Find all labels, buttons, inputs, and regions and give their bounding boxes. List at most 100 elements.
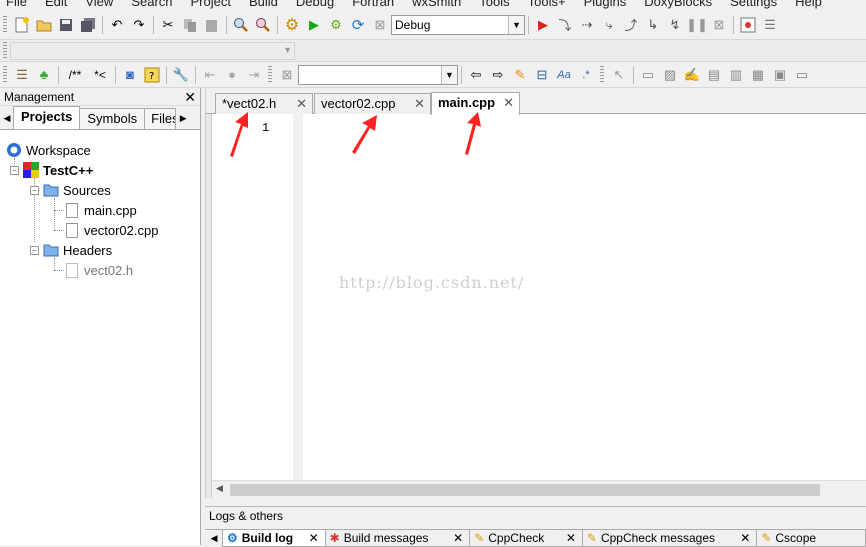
html-docs-icon[interactable]: ◙ (120, 65, 140, 85)
help-docs-icon[interactable]: ? (142, 65, 162, 85)
menu-fortran[interactable]: Fortran (352, 0, 394, 10)
paste-icon[interactable] (202, 15, 222, 35)
close-icon[interactable]: ✕ (453, 531, 463, 545)
clear-search-icon[interactable]: ⊠ (277, 65, 297, 85)
rebuild-icon[interactable]: ⟳ (348, 15, 368, 35)
edit-icon[interactable]: ✍ (682, 65, 702, 85)
tree-project[interactable]: − TestC++ (10, 160, 93, 180)
step-out-icon[interactable]: ⤴ (621, 15, 641, 35)
close-icon[interactable]: ✕ (503, 93, 514, 113)
frame-icon[interactable]: ▭ (638, 65, 658, 85)
run-to-cursor-icon[interactable]: ⤵ (555, 15, 575, 35)
step-into-icon[interactable]: ⤷ (599, 15, 619, 35)
tab-scroll-right-icon[interactable]: ▶ (176, 107, 190, 129)
extract-docs-icon[interactable]: ♣ (34, 65, 54, 85)
toolbar-grip[interactable] (3, 15, 7, 34)
redo-icon[interactable]: ↷ (129, 15, 149, 35)
toolbar-grip[interactable] (3, 41, 7, 60)
menu-view[interactable]: View (85, 0, 113, 10)
tree-sources[interactable]: − Sources (30, 180, 111, 200)
tab-scroll-left-icon[interactable]: ◀ (0, 107, 14, 129)
debug-start-icon[interactable]: ▶ (533, 15, 553, 35)
layout-a-icon[interactable]: ▤ (704, 65, 724, 85)
tab-build-messages[interactable]: ✱ Build messages ✕ (324, 530, 471, 547)
cut-icon[interactable]: ✂ (158, 15, 178, 35)
tab-symbols[interactable]: Symbols (79, 108, 146, 129)
debug-windows-icon[interactable] (738, 15, 758, 35)
menu-tools[interactable]: Tools (479, 0, 509, 10)
toolbar-grip[interactable] (268, 65, 272, 84)
save-all-icon[interactable] (78, 15, 98, 35)
replace-icon[interactable] (253, 15, 273, 35)
layout-c-icon[interactable]: ▦ (748, 65, 768, 85)
selected-text-icon[interactable]: ⊟ (532, 65, 552, 85)
close-icon[interactable]: ✕ (309, 531, 319, 545)
horizontal-scrollbar[interactable]: ◀ (212, 480, 866, 498)
menu-search[interactable]: Search (131, 0, 172, 10)
tree-file-main-cpp[interactable]: main.cpp (64, 200, 137, 220)
pause-icon[interactable]: ❚❚ (686, 15, 708, 35)
highlight-icon[interactable]: ✎ (510, 65, 530, 85)
layout-d-icon[interactable]: ▣ (770, 65, 790, 85)
menu-build[interactable]: Build (249, 0, 278, 10)
scope-select[interactable]: ▼ (10, 42, 295, 60)
stop-debug-icon[interactable]: ⊠ (709, 15, 729, 35)
step-instruction-icon[interactable]: ↯ (665, 15, 685, 35)
various-info-icon[interactable]: ☰ (760, 15, 780, 35)
tree-file-vector02-cpp[interactable]: vector02.cpp (64, 220, 158, 240)
scrollbar-thumb[interactable] (230, 484, 820, 496)
find-previous-icon[interactable]: ⇦ (466, 65, 486, 85)
menu-debug[interactable]: Debug (296, 0, 334, 10)
menu-wxsmith[interactable]: wxSmith (412, 0, 461, 10)
prev-bookmark-icon[interactable]: ⇤ (200, 65, 220, 85)
close-icon[interactable]: ✕ (184, 88, 196, 106)
tree-workspace[interactable]: Workspace (6, 140, 91, 160)
find-next-icon[interactable]: ⇨ (488, 65, 508, 85)
close-icon[interactable]: ✕ (740, 531, 750, 545)
doxywizard-icon[interactable]: ☰ (12, 65, 32, 85)
tab-scroll-left-icon[interactable]: ◀ (205, 530, 223, 546)
tab-cppcheck[interactable]: ✎ CppCheck ✕ (469, 530, 583, 547)
tab-cscope[interactable]: ✎ Cscope (756, 530, 866, 547)
tab-cppcheck-messages[interactable]: ✎ CppCheck messages ✕ (581, 530, 758, 547)
tab-files[interactable]: Files (144, 108, 177, 129)
build-target-select[interactable]: Debug ▼ (391, 14, 525, 35)
close-icon[interactable]: ✕ (414, 94, 425, 114)
block-comment-button[interactable]: /** (63, 65, 87, 85)
layout-b-icon[interactable]: ▥ (726, 65, 746, 85)
tab-projects[interactable]: Projects (13, 106, 81, 129)
wrench-icon[interactable]: 🔧 (171, 65, 191, 85)
line-comment-button[interactable]: *< (89, 65, 111, 85)
copy-icon[interactable] (180, 15, 200, 35)
toolbar-grip[interactable] (600, 65, 604, 84)
image-icon[interactable]: ▨ (660, 65, 680, 85)
menu-settings[interactable]: Settings (730, 0, 777, 10)
pointer-icon[interactable]: ↖ (609, 65, 629, 85)
collapse-icon[interactable]: − (30, 245, 39, 255)
regex-icon[interactable]: .* (576, 65, 596, 85)
collapse-icon[interactable]: − (10, 165, 19, 175)
next-bookmark-icon[interactable]: ⇥ (244, 65, 264, 85)
tab-vector02-cpp[interactable]: vector02.cpp ✕ (314, 93, 431, 114)
menu-plugins[interactable]: Plugins (584, 0, 627, 10)
menu-file[interactable]: File (6, 0, 27, 10)
save-icon[interactable] (56, 15, 76, 35)
collapse-icon[interactable]: − (30, 185, 39, 195)
undo-icon[interactable]: ↶ (107, 15, 127, 35)
search-combo[interactable]: ▼ (298, 64, 458, 85)
next-line-icon[interactable]: ⇢ (577, 15, 597, 35)
menu-help[interactable]: Help (795, 0, 822, 10)
tab-build-log[interactable]: ⚙ Build log ✕ (221, 530, 326, 547)
next-instruction-icon[interactable]: ↳ (643, 15, 663, 35)
menu-project[interactable]: Project (191, 0, 231, 10)
run-icon[interactable]: ▶ (304, 15, 324, 35)
match-case-icon[interactable]: Aa (554, 65, 574, 85)
tree-file-vect02-h[interactable]: vect02.h (64, 260, 133, 280)
menu-edit[interactable]: Edit (45, 0, 67, 10)
tree-headers[interactable]: − Headers (30, 240, 112, 260)
toolbar-grip[interactable] (3, 65, 7, 84)
toggle-bookmark-icon[interactable]: ● (222, 65, 242, 85)
new-file-icon[interactable] (12, 15, 32, 35)
abort-icon[interactable]: ⊠ (370, 15, 390, 35)
find-icon[interactable] (231, 15, 251, 35)
